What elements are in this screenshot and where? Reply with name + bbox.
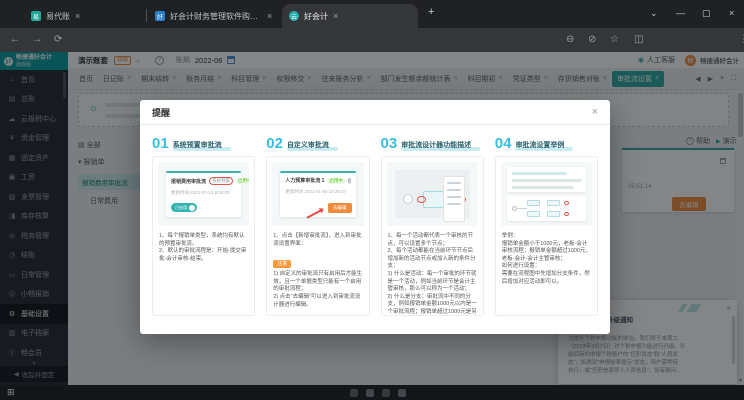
reminder-modal: 提醒 × 01 系统预置审批流 报销费用审批流: [140, 100, 610, 334]
tab-close-icon[interactable]: ×: [333, 12, 338, 21]
browser-tab-1[interactable]: 易 易代账 ×: [24, 4, 144, 28]
maximize-icon[interactable]: ▢: [702, 8, 711, 18]
zoom-indicator-icon[interactable]: ⊖: [566, 34, 574, 46]
guide-column-3: 03 审批流设计器功能描述: [381, 134, 484, 316]
guide-column-1: 01 系统预置审批流 报销费用审批流 系统预置 启用中 更新时间 2: [152, 134, 255, 316]
reload-icon[interactable]: ⟳: [54, 34, 62, 46]
guide-card: 举例： 报销单金额小于1000元，老板-会计审核流程；报销单金额超过1000元，…: [495, 156, 598, 316]
screen: 易 易代账 × 好 好会计财务管理软件购买价格页… × 云 好会计 × + ⌄ …: [0, 0, 744, 400]
tab-favicon: 云: [289, 11, 299, 21]
mini-card-title: 报销费用审批流: [171, 178, 206, 185]
tab-title: 好会计财务管理软件购买价格页…: [170, 11, 262, 22]
step-description-notes: 1) 自定义的审批流只有启用后才能生效，且一个单据类型只能有一个启用的审批流程；…: [267, 270, 368, 313]
guide-shot-custom-flow: 人力预算审批流 1 启用中 更新时间 2021-01-08 10:25:07 去…: [272, 162, 363, 226]
step-description: 1、每一个活动都代表一个审核的节点，可以设置多个节点； 2、每个活动都能在当前环…: [382, 231, 483, 316]
browser-tab-3-active[interactable]: 云 好会计 ×: [282, 4, 418, 28]
enabled-badge: 启用中: [327, 178, 345, 184]
tab-close-icon[interactable]: ×: [267, 12, 272, 21]
example-form: [507, 167, 586, 192]
red-highlight: [417, 196, 426, 203]
window-close-icon[interactable]: ×: [729, 8, 734, 18]
browser-tabstrip: 易 易代账 × 好 好会计财务管理软件购买价格页… × 云 好会计 × + ⌄ …: [0, 0, 744, 28]
side-panel-icon[interactable]: ◫: [634, 34, 643, 46]
tab-separator: [146, 9, 147, 22]
guide-shot-designer: [387, 162, 478, 226]
taskbar-app-icon[interactable]: [350, 389, 358, 397]
step-number: 01: [152, 137, 169, 151]
mini-update-time: 更新时间 2021-01-08 10:25:07: [285, 189, 350, 195]
example-flow: [507, 196, 586, 221]
browser-toolbar: ← → ⟳ cloud2.chanjet.com/accounting/uh26…: [0, 28, 744, 52]
step-description: 1、点击【新增审批流】，进入到审批流设置界面：: [267, 231, 368, 252]
app-viewport: 好 畅捷通好会计 旗舰版 ⌂首页 ▤总账 ☁云报税中心 ¥资金管理 ▦固定资产 …: [0, 52, 744, 385]
flow-branch-1b: [547, 200, 560, 206]
browser-tab-2[interactable]: 好 好会计财务管理软件购买价格页… ×: [148, 4, 280, 28]
minimize-icon[interactable]: —: [676, 8, 685, 18]
flow-branch-2b: [547, 211, 560, 217]
tab-favicon: 好: [155, 11, 165, 21]
red-highlight: [564, 201, 569, 205]
tab-title: 好会计: [304, 11, 328, 22]
notice-badge: 注意: [273, 260, 291, 268]
taskbar-app-icon[interactable]: [366, 389, 374, 397]
taskbar-app-icon[interactable]: [398, 389, 406, 397]
step-title: 审批流设置举例: [515, 141, 564, 151]
mini-update-time: 更新时间 2021-07-13 9:00:02: [171, 190, 236, 196]
eye-off-icon[interactable]: ⊘: [588, 34, 596, 46]
modal-header: 提醒 ×: [140, 100, 610, 125]
guide-card: 人力预算审批流 1 启用中 更新时间 2021-01-08 10:25:07 去…: [266, 156, 369, 316]
red-highlight: [564, 212, 569, 216]
trash-icon: [348, 178, 350, 183]
guide-card: 报销费用审批流 系统预置 启用中 更新时间 2021-07-13 9:00:02…: [152, 156, 255, 316]
flow-branch-2: [527, 211, 540, 217]
guide-column-2: 02 自定义审批流 人力预算审批流 1 启用中 更新时间 2021: [266, 134, 369, 316]
start-button-icon[interactable]: ⊞: [7, 388, 15, 397]
modal-body: 01 系统预置审批流 报销费用审批流 系统预置 启用中 更新时间 2: [140, 125, 610, 316]
flow-branch-1: [527, 200, 540, 206]
tab-title: 易代账: [46, 11, 70, 22]
back-icon[interactable]: ←: [10, 34, 20, 46]
mini-card-title: 人力预算审批流 1: [285, 177, 324, 184]
step-title: 审批流设计器功能描述: [401, 141, 471, 151]
forward-icon[interactable]: →: [32, 34, 42, 46]
bookmark-star-icon[interactable]: ☆: [610, 34, 619, 46]
step-description: 1、每个报销单类型，系统均有默认的预置审批流。 2、默认的审批流程是：开始-提交…: [153, 231, 254, 267]
guide-column-4: 04 审批流设置举例: [495, 134, 598, 316]
guide-card: 1、每一个活动都代表一个审核的节点，可以设置多个节点； 2、每个活动都能在当前环…: [381, 156, 484, 316]
modal-title: 提醒: [152, 106, 170, 119]
tab-favicon: 易: [31, 11, 41, 21]
step-number: 04: [495, 137, 512, 151]
flow-start-node: [403, 194, 413, 204]
guide-shot-preset-flow: 报销费用审批流 系统预置 启用中 更新时间 2021-07-13 9:00:02…: [158, 162, 249, 226]
red-arrow-annotation: [307, 209, 322, 218]
toggle-on: 已启用: [171, 203, 197, 212]
step-title: 系统预置审批流: [173, 141, 222, 151]
step-number: 03: [381, 137, 398, 151]
mini-go-edit-button: 去编辑: [328, 203, 352, 213]
windows-taskbar: ⊞: [0, 385, 744, 400]
context-menu: [443, 176, 465, 222]
step-number: 02: [266, 137, 283, 151]
tab-search-icon[interactable]: ⌄: [650, 8, 658, 18]
step-title: 自定义审批流: [287, 141, 329, 151]
chrome-menu-icon[interactable]: ⋮: [739, 34, 744, 46]
step-description: 举例： 报销单金额小于1000元，老板-会计审核流程；报销单金额超过1000元，…: [496, 231, 597, 290]
modal-close-icon[interactable]: ×: [592, 107, 598, 118]
guide-shot-example: [501, 162, 592, 226]
enabled-badge: 启用中: [236, 178, 249, 184]
taskbar-app-icon[interactable]: [382, 389, 390, 397]
preset-badge: 系统预置: [209, 177, 233, 185]
new-tab-icon[interactable]: +: [428, 7, 434, 17]
tab-close-icon[interactable]: ×: [75, 12, 80, 21]
